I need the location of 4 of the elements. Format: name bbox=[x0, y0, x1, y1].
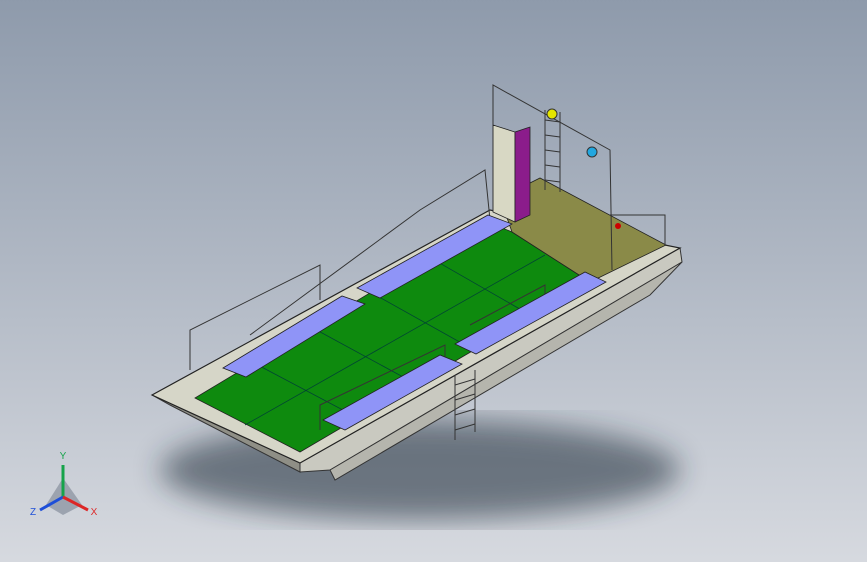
axis-label: Y bbox=[60, 451, 66, 462]
axis-triad-icon bbox=[39, 465, 89, 515]
axis-label: Z bbox=[30, 507, 36, 518]
axis-label: X bbox=[90, 507, 98, 518]
